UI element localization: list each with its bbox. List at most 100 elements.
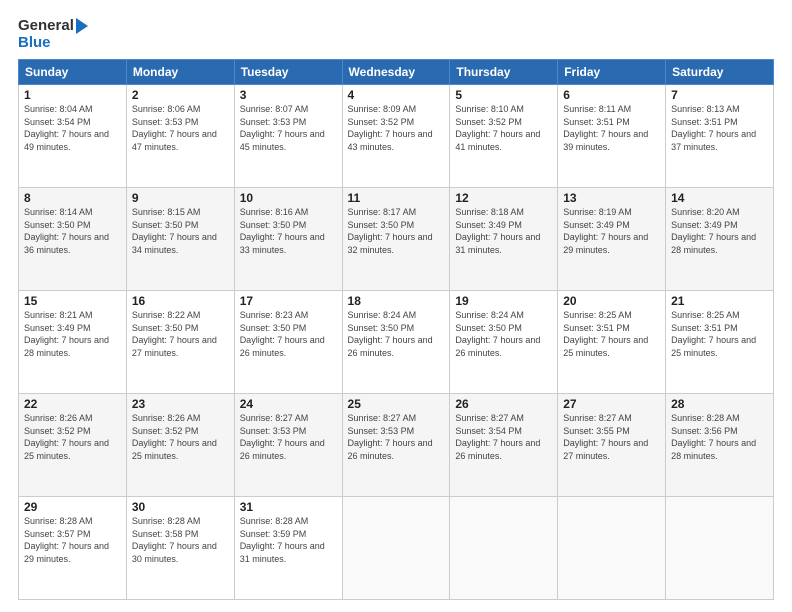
day-info: Sunrise: 8:24 AMSunset: 3:50 PMDaylight:… — [348, 309, 445, 359]
day-info: Sunrise: 8:22 AMSunset: 3:50 PMDaylight:… — [132, 309, 229, 359]
calendar-cell: 8Sunrise: 8:14 AMSunset: 3:50 PMDaylight… — [19, 188, 127, 291]
calendar-header-row: SundayMondayTuesdayWednesdayThursdayFrid… — [19, 60, 774, 85]
day-info: Sunrise: 8:26 AMSunset: 3:52 PMDaylight:… — [132, 412, 229, 462]
week-row-5: 29Sunrise: 8:28 AMSunset: 3:57 PMDayligh… — [19, 497, 774, 600]
calendar-cell: 20Sunrise: 8:25 AMSunset: 3:51 PMDayligh… — [558, 291, 666, 394]
day-number: 11 — [348, 191, 445, 205]
day-number: 13 — [563, 191, 660, 205]
calendar-cell: 7Sunrise: 8:13 AMSunset: 3:51 PMDaylight… — [666, 85, 774, 188]
day-number: 26 — [455, 397, 552, 411]
day-number: 25 — [348, 397, 445, 411]
day-info: Sunrise: 8:15 AMSunset: 3:50 PMDaylight:… — [132, 206, 229, 256]
day-number: 29 — [24, 500, 121, 514]
day-number: 23 — [132, 397, 229, 411]
calendar-cell — [666, 497, 774, 600]
col-header-wednesday: Wednesday — [342, 60, 450, 85]
day-info: Sunrise: 8:14 AMSunset: 3:50 PMDaylight:… — [24, 206, 121, 256]
day-info: Sunrise: 8:13 AMSunset: 3:51 PMDaylight:… — [671, 103, 768, 153]
col-header-thursday: Thursday — [450, 60, 558, 85]
calendar-cell: 23Sunrise: 8:26 AMSunset: 3:52 PMDayligh… — [126, 394, 234, 497]
day-info: Sunrise: 8:10 AMSunset: 3:52 PMDaylight:… — [455, 103, 552, 153]
day-info: Sunrise: 8:17 AMSunset: 3:50 PMDaylight:… — [348, 206, 445, 256]
day-number: 28 — [671, 397, 768, 411]
day-info: Sunrise: 8:19 AMSunset: 3:49 PMDaylight:… — [563, 206, 660, 256]
day-info: Sunrise: 8:04 AMSunset: 3:54 PMDaylight:… — [24, 103, 121, 153]
calendar-cell: 17Sunrise: 8:23 AMSunset: 3:50 PMDayligh… — [234, 291, 342, 394]
calendar-cell: 1Sunrise: 8:04 AMSunset: 3:54 PMDaylight… — [19, 85, 127, 188]
calendar-cell: 10Sunrise: 8:16 AMSunset: 3:50 PMDayligh… — [234, 188, 342, 291]
day-info: Sunrise: 8:28 AMSunset: 3:57 PMDaylight:… — [24, 515, 121, 565]
day-info: Sunrise: 8:28 AMSunset: 3:58 PMDaylight:… — [132, 515, 229, 565]
day-info: Sunrise: 8:27 AMSunset: 3:54 PMDaylight:… — [455, 412, 552, 462]
calendar-cell — [450, 497, 558, 600]
logo: General Blue — [18, 18, 88, 51]
day-info: Sunrise: 8:27 AMSunset: 3:55 PMDaylight:… — [563, 412, 660, 462]
day-number: 9 — [132, 191, 229, 205]
day-info: Sunrise: 8:27 AMSunset: 3:53 PMDaylight:… — [348, 412, 445, 462]
calendar-cell: 11Sunrise: 8:17 AMSunset: 3:50 PMDayligh… — [342, 188, 450, 291]
calendar-cell — [342, 497, 450, 600]
calendar-cell: 13Sunrise: 8:19 AMSunset: 3:49 PMDayligh… — [558, 188, 666, 291]
calendar-cell: 9Sunrise: 8:15 AMSunset: 3:50 PMDaylight… — [126, 188, 234, 291]
day-info: Sunrise: 8:06 AMSunset: 3:53 PMDaylight:… — [132, 103, 229, 153]
logo-arrow-icon — [76, 18, 88, 34]
day-number: 1 — [24, 88, 121, 102]
calendar-cell: 25Sunrise: 8:27 AMSunset: 3:53 PMDayligh… — [342, 394, 450, 497]
day-number: 30 — [132, 500, 229, 514]
calendar-cell: 21Sunrise: 8:25 AMSunset: 3:51 PMDayligh… — [666, 291, 774, 394]
calendar-table: SundayMondayTuesdayWednesdayThursdayFrid… — [18, 59, 774, 600]
day-number: 5 — [455, 88, 552, 102]
calendar-cell: 22Sunrise: 8:26 AMSunset: 3:52 PMDayligh… — [19, 394, 127, 497]
day-number: 4 — [348, 88, 445, 102]
calendar-cell: 18Sunrise: 8:24 AMSunset: 3:50 PMDayligh… — [342, 291, 450, 394]
calendar-cell: 12Sunrise: 8:18 AMSunset: 3:49 PMDayligh… — [450, 188, 558, 291]
calendar-cell: 2Sunrise: 8:06 AMSunset: 3:53 PMDaylight… — [126, 85, 234, 188]
day-number: 24 — [240, 397, 337, 411]
day-info: Sunrise: 8:21 AMSunset: 3:49 PMDaylight:… — [24, 309, 121, 359]
day-number: 17 — [240, 294, 337, 308]
day-info: Sunrise: 8:27 AMSunset: 3:53 PMDaylight:… — [240, 412, 337, 462]
calendar-cell: 28Sunrise: 8:28 AMSunset: 3:56 PMDayligh… — [666, 394, 774, 497]
day-info: Sunrise: 8:28 AMSunset: 3:56 PMDaylight:… — [671, 412, 768, 462]
calendar-cell: 14Sunrise: 8:20 AMSunset: 3:49 PMDayligh… — [666, 188, 774, 291]
week-row-3: 15Sunrise: 8:21 AMSunset: 3:49 PMDayligh… — [19, 291, 774, 394]
day-number: 3 — [240, 88, 337, 102]
day-number: 7 — [671, 88, 768, 102]
day-number: 31 — [240, 500, 337, 514]
calendar-cell: 3Sunrise: 8:07 AMSunset: 3:53 PMDaylight… — [234, 85, 342, 188]
calendar-cell: 19Sunrise: 8:24 AMSunset: 3:50 PMDayligh… — [450, 291, 558, 394]
header: General Blue — [18, 18, 774, 51]
logo-general: General — [18, 18, 74, 35]
calendar-cell: 30Sunrise: 8:28 AMSunset: 3:58 PMDayligh… — [126, 497, 234, 600]
calendar-cell: 24Sunrise: 8:27 AMSunset: 3:53 PMDayligh… — [234, 394, 342, 497]
day-info: Sunrise: 8:28 AMSunset: 3:59 PMDaylight:… — [240, 515, 337, 565]
day-number: 15 — [24, 294, 121, 308]
col-header-tuesday: Tuesday — [234, 60, 342, 85]
week-row-4: 22Sunrise: 8:26 AMSunset: 3:52 PMDayligh… — [19, 394, 774, 497]
day-number: 27 — [563, 397, 660, 411]
day-info: Sunrise: 8:23 AMSunset: 3:50 PMDaylight:… — [240, 309, 337, 359]
day-number: 2 — [132, 88, 229, 102]
day-info: Sunrise: 8:24 AMSunset: 3:50 PMDaylight:… — [455, 309, 552, 359]
calendar-cell: 15Sunrise: 8:21 AMSunset: 3:49 PMDayligh… — [19, 291, 127, 394]
logo-blue: Blue — [18, 35, 51, 52]
day-number: 6 — [563, 88, 660, 102]
day-info: Sunrise: 8:11 AMSunset: 3:51 PMDaylight:… — [563, 103, 660, 153]
calendar-cell: 16Sunrise: 8:22 AMSunset: 3:50 PMDayligh… — [126, 291, 234, 394]
calendar-cell: 4Sunrise: 8:09 AMSunset: 3:52 PMDaylight… — [342, 85, 450, 188]
day-number: 20 — [563, 294, 660, 308]
calendar-cell: 26Sunrise: 8:27 AMSunset: 3:54 PMDayligh… — [450, 394, 558, 497]
day-info: Sunrise: 8:25 AMSunset: 3:51 PMDaylight:… — [671, 309, 768, 359]
day-number: 16 — [132, 294, 229, 308]
day-number: 14 — [671, 191, 768, 205]
col-header-friday: Friday — [558, 60, 666, 85]
col-header-sunday: Sunday — [19, 60, 127, 85]
calendar-cell: 27Sunrise: 8:27 AMSunset: 3:55 PMDayligh… — [558, 394, 666, 497]
calendar-cell: 5Sunrise: 8:10 AMSunset: 3:52 PMDaylight… — [450, 85, 558, 188]
day-info: Sunrise: 8:16 AMSunset: 3:50 PMDaylight:… — [240, 206, 337, 256]
calendar-cell: 29Sunrise: 8:28 AMSunset: 3:57 PMDayligh… — [19, 497, 127, 600]
col-header-saturday: Saturday — [666, 60, 774, 85]
calendar-cell — [558, 497, 666, 600]
day-info: Sunrise: 8:18 AMSunset: 3:49 PMDaylight:… — [455, 206, 552, 256]
day-info: Sunrise: 8:07 AMSunset: 3:53 PMDaylight:… — [240, 103, 337, 153]
